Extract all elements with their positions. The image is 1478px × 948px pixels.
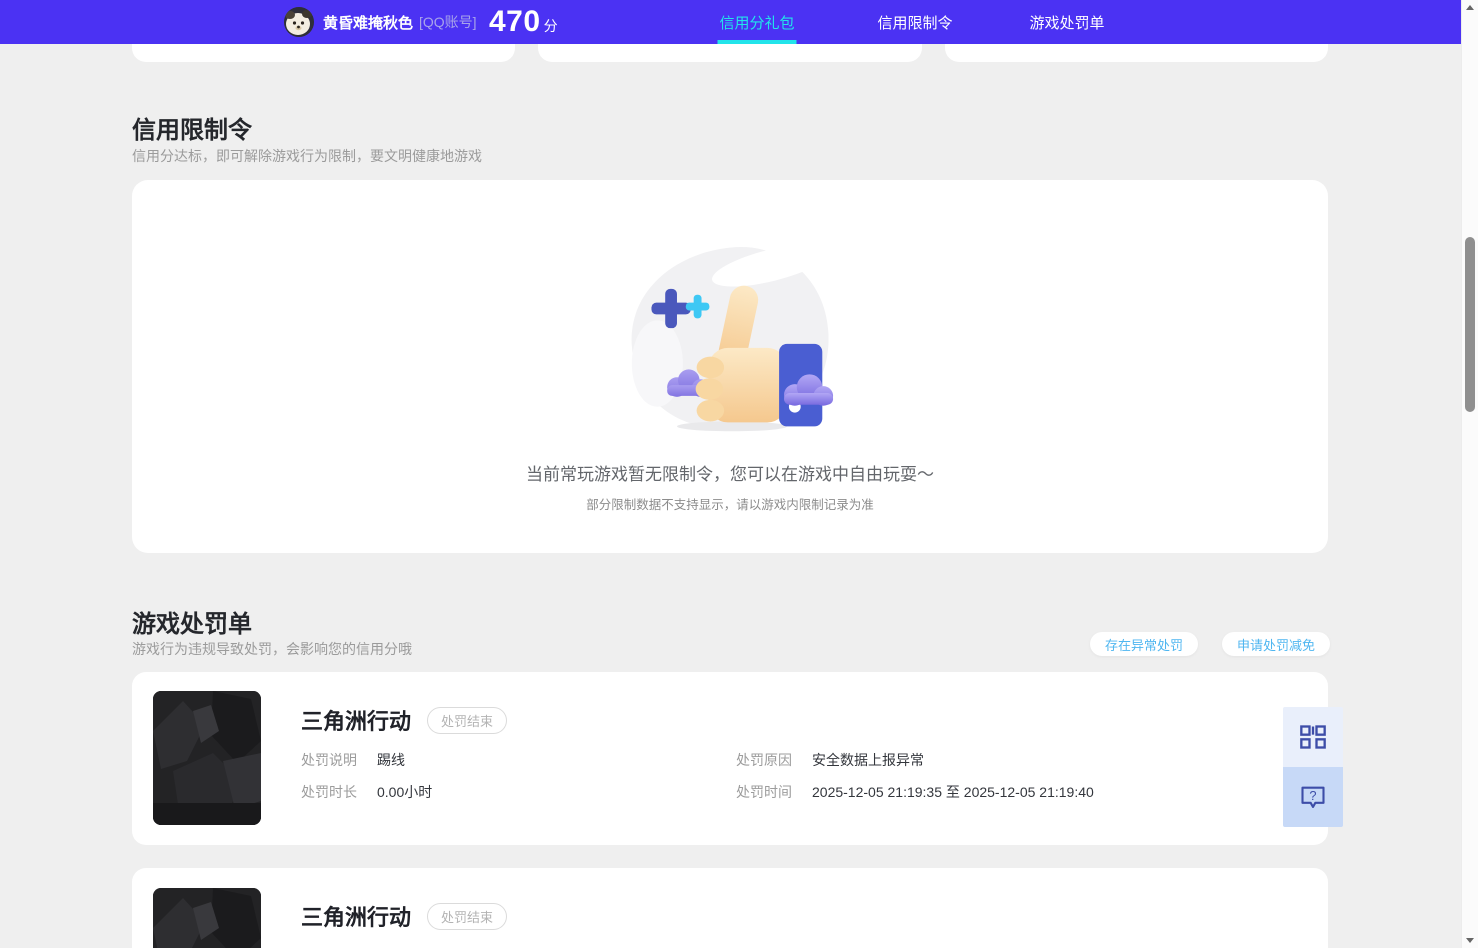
help-bubble-icon: ? — [1301, 786, 1325, 808]
restriction-empty-card: 当前常玩游戏暂无限制令，您可以在游戏中自由玩耍～ 部分限制数据不支持显示，请以游… — [132, 180, 1328, 553]
field-value: 安全数据上报异常 — [812, 752, 924, 768]
field-label: 处罚说明 — [301, 752, 357, 768]
previous-section-cards — [132, 44, 1328, 62]
punishment-section-subtitle: 游戏行为违规导致处罚，会影响您的信用分哦 — [132, 641, 412, 657]
field-label: 处罚时间 — [736, 784, 792, 800]
credit-score: 470 分 — [489, 0, 558, 44]
thumbs-up-illustration — [622, 238, 838, 443]
user-info: 黄昏难掩秋色 [QQ账号] — [323, 0, 477, 44]
field-value: 2025-12-05 21:19:35 至 2025-12-05 21:19:4… — [812, 784, 1094, 800]
field-reason: 处罚原因 安全数据上报异常 — [736, 750, 924, 770]
tab-credit-restriction[interactable]: 信用限制令 — [875, 0, 954, 44]
punishment-title-row: 三角洲行动 处罚结束 — [301, 900, 508, 932]
field-label: 处罚时长 — [301, 784, 357, 800]
gift-card-stub — [944, 44, 1328, 62]
credit-score-page: 黄昏难掩秋色 [QQ账号] 470 分 信用分礼包 信用限制令 游戏处罚单 信用… — [0, 0, 1478, 948]
help-button[interactable]: ? — [1283, 767, 1343, 827]
status-badge: 处罚结束 — [427, 902, 508, 930]
punishment-card: 三角洲行动 处罚结束 — [132, 868, 1328, 948]
restriction-section-title: 信用限制令 — [132, 117, 252, 144]
credit-score-value: 470 — [489, 5, 541, 38]
scrollbar-thumb[interactable] — [1465, 237, 1475, 412]
scroll-down-arrow-icon[interactable] — [1466, 938, 1474, 943]
abnormal-punishment-button[interactable]: 存在异常处罚 — [1090, 632, 1199, 656]
qr-code-icon — [1300, 725, 1326, 749]
field-time: 处罚时间 2025-12-05 21:19:35 至 2025-12-05 21… — [736, 782, 1094, 802]
field-duration: 处罚时长 0.00小时 — [301, 782, 432, 802]
gift-card-stub — [132, 44, 516, 62]
punishment-title-row: 三角洲行动 处罚结束 — [301, 704, 508, 736]
game-name: 三角洲行动 — [301, 905, 412, 930]
game-thumbnail — [153, 691, 261, 825]
scroll-up-arrow-icon[interactable] — [1466, 5, 1474, 10]
vertical-scrollbar[interactable] — [1461, 0, 1478, 948]
credit-score-unit: 分 — [543, 18, 558, 34]
punishment-card: 三角洲行动 处罚结束 处罚说明 踢线 处罚原因 安全数据上报异常 处罚时长 0.… — [132, 672, 1328, 845]
tab-credit-gift[interactable]: 信用分礼包 — [717, 0, 797, 44]
status-badge: 处罚结束 — [427, 706, 508, 734]
qr-code-button[interactable] — [1283, 707, 1343, 767]
svg-text:?: ? — [1309, 788, 1316, 803]
field-label: 处罚原因 — [736, 752, 792, 768]
restriction-section-subtitle: 信用分达标，即可解除游戏行为限制，要文明健康地游戏 — [132, 148, 482, 164]
apply-punishment-relief-button[interactable]: 申请处罚减免 — [1222, 632, 1331, 656]
gift-card-stub — [538, 44, 922, 62]
field-description: 处罚说明 踢线 — [301, 750, 405, 770]
username: 黄昏难掩秋色 — [323, 14, 414, 32]
dog-avatar-image — [284, 7, 314, 37]
field-value: 踢线 — [377, 752, 405, 768]
avatar — [284, 7, 314, 37]
empty-state-message: 当前常玩游戏暂无限制令，您可以在游戏中自由玩耍～ — [526, 465, 934, 484]
game-thumbnail — [153, 888, 261, 948]
game-name: 三角洲行动 — [301, 709, 412, 734]
field-value: 0.00小时 — [377, 784, 433, 800]
punishment-section-title: 游戏处罚单 — [132, 611, 252, 638]
empty-state-note: 部分限制数据不支持显示，请以游戏内限制记录为准 — [586, 498, 874, 512]
account-type-label: [QQ账号] — [419, 14, 477, 30]
tab-game-punishment[interactable]: 游戏处罚单 — [1027, 0, 1106, 44]
top-bar: 黄昏难掩秋色 [QQ账号] 470 分 信用分礼包 信用限制令 游戏处罚单 — [0, 0, 1461, 44]
